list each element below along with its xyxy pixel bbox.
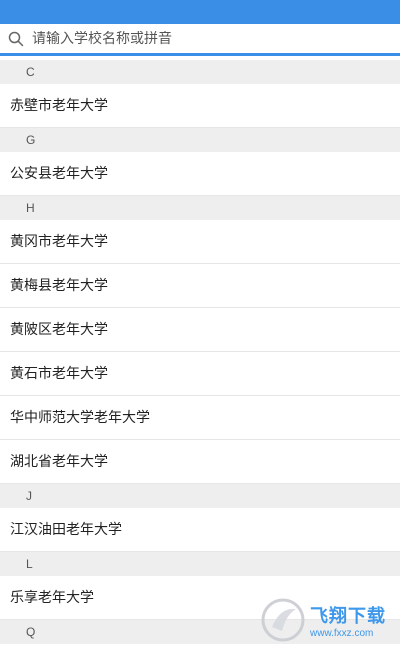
list-item[interactable]: 江汉油田老年大学 [0, 508, 400, 552]
watermark-logo-icon [261, 598, 305, 642]
list-item[interactable]: 华中师范大学老年大学 [0, 396, 400, 440]
watermark: 飞翔下载 www.fxxz.com [260, 595, 390, 645]
section-header-l: L [0, 552, 400, 576]
section-header-h: H [0, 196, 400, 220]
list-item[interactable]: 黄陂区老年大学 [0, 308, 400, 352]
search-input[interactable] [32, 30, 372, 47]
list-item[interactable]: 公安县老年大学 [0, 152, 400, 196]
list-item[interactable]: 湖北省老年大学 [0, 440, 400, 484]
search-bar[interactable] [0, 24, 400, 53]
watermark-url: www.fxxz.com [310, 627, 374, 639]
section-header-g: G [0, 128, 400, 152]
list-item[interactable]: 黄冈市老年大学 [0, 220, 400, 264]
list-item[interactable]: 黄梅县老年大学 [0, 264, 400, 308]
section-header-j: J [0, 484, 400, 508]
school-list: C 赤壁市老年大学 G 公安县老年大学 H 黄冈市老年大学 黄梅县老年大学 黄陂… [0, 60, 400, 644]
section-header-c: C [0, 60, 400, 84]
search-icon [8, 31, 24, 46]
list-item[interactable]: 黄石市老年大学 [0, 352, 400, 396]
list-item[interactable]: 赤壁市老年大学 [0, 84, 400, 128]
watermark-title: 飞翔下载 [310, 605, 386, 627]
